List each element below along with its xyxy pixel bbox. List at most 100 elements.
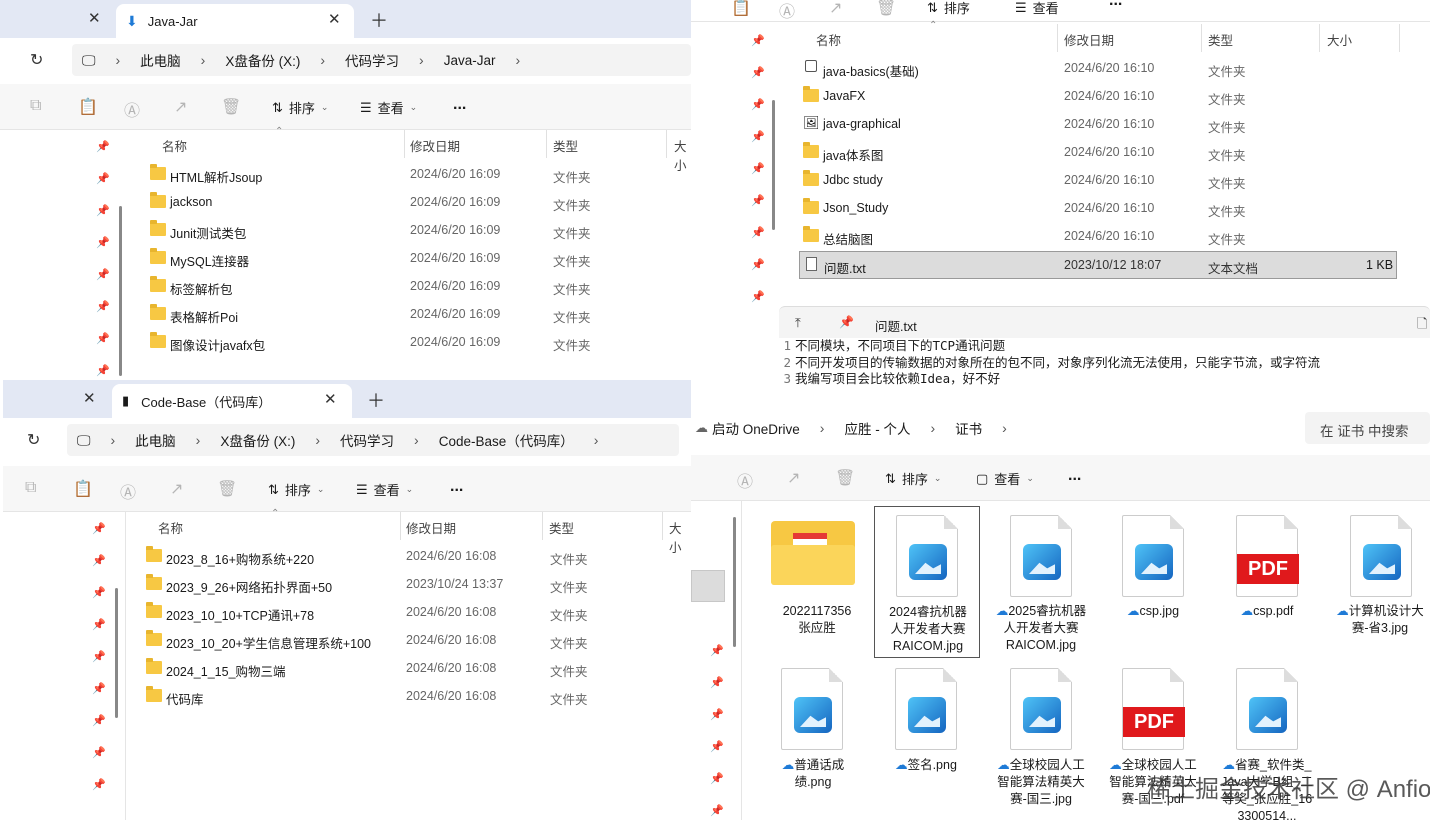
file-row[interactable]: 图像设计javafx包 2024/6/20 16:09 文件夹: [140, 329, 691, 357]
sort-button[interactable]: ⇅ 排序 ⌄: [885, 469, 941, 488]
pin-icon[interactable]: 📌: [92, 778, 106, 791]
refresh-icon[interactable]: ↻: [30, 50, 43, 70]
pin-icon[interactable]: 📌: [92, 554, 106, 567]
pin-icon[interactable]: 📌: [751, 194, 765, 207]
tile-image[interactable]: ☁全球校园人工智能算法精英大赛-国三.jpg: [987, 665, 1095, 815]
pin-icon[interactable]: 📌: [710, 804, 724, 817]
sort-button[interactable]: ⇅ 排序 ⌄: [268, 480, 324, 499]
delete-icon[interactable]: 🗑: [876, 0, 896, 18]
nav-scrollbar[interactable]: [733, 517, 736, 647]
breadcrumb-item[interactable]: X盘备份 (X:): [220, 430, 295, 450]
view-button[interactable]: ☰ 查看: [1015, 0, 1059, 17]
file-icon[interactable]: 🗋: [1417, 315, 1427, 337]
column-type[interactable]: 类型: [1208, 30, 1233, 49]
pin-icon[interactable]: 📌: [96, 172, 110, 185]
tile-folder[interactable]: 2022117356 张应胜: [763, 511, 871, 651]
pin-icon[interactable]: 📌: [92, 682, 106, 695]
pin-icon[interactable]: 📌: [92, 586, 106, 599]
share-icon[interactable]: ↗: [174, 97, 187, 117]
breadcrumb-item[interactable]: 证书: [955, 418, 982, 438]
breadcrumb[interactable]: 🖵 › 此电脑 › X盘备份 (X:) › 代码学习 › Java-Jar ›: [72, 44, 691, 76]
file-row[interactable]: 2023_10_20+学生信息管理系统+100 2024/6/20 16:08 文件…: [136, 627, 691, 655]
pin-icon[interactable]: 📌: [751, 130, 765, 143]
nav-scrollbar[interactable]: [119, 206, 122, 376]
file-row[interactable]: MySQL连接器 2024/6/20 16:09 文件夹: [140, 245, 691, 273]
file-row[interactable]: Jdbc study 2024/6/20 16:10 文件夹: [799, 167, 1399, 195]
file-row[interactable]: 🖼 java-graphical 2024/6/20 16:10 文件夹: [799, 111, 1399, 139]
tile-image[interactable]: ☁普通话成绩.png: [759, 665, 867, 805]
pin-icon[interactable]: 📌: [751, 290, 765, 303]
close-tab-icon[interactable]: ✕: [83, 389, 96, 407]
nav-scrollbar[interactable]: [772, 100, 775, 230]
pin-icon[interactable]: 📌: [751, 98, 765, 111]
file-row[interactable]: java体系图 2024/6/20 16:10 文件夹: [799, 139, 1399, 167]
column-name[interactable]: 名称: [162, 136, 187, 155]
column-divider[interactable]: [1057, 24, 1058, 52]
breadcrumb-item[interactable]: 代码学习: [340, 430, 394, 450]
pin-icon[interactable]: 📌: [92, 522, 106, 535]
delete-icon[interactable]: 🗑: [221, 97, 241, 117]
breadcrumb-item[interactable]: 此电脑: [140, 50, 181, 70]
file-row[interactable]: 总结脑图 2024/6/20 16:10 文件夹: [799, 223, 1399, 251]
pin-icon[interactable]: 📌: [751, 258, 765, 271]
paste-icon[interactable]: 📋: [78, 97, 98, 117]
more-options-icon[interactable]: ...: [1109, 0, 1122, 10]
breadcrumb-item[interactable]: Code-Base（代码库）: [439, 430, 574, 450]
breadcrumb-item[interactable]: Java-Jar: [444, 53, 496, 68]
more-options-icon[interactable]: ...: [450, 478, 463, 496]
breadcrumb-item[interactable]: 代码学习: [345, 50, 399, 70]
column-divider[interactable]: [666, 130, 667, 158]
new-tab-icon[interactable]: ＋: [367, 387, 385, 413]
file-row[interactable]: JavaFX 2024/6/20 16:10 文件夹: [799, 83, 1399, 111]
file-row[interactable]: 标签解析包 2024/6/20 16:09 文件夹: [140, 273, 691, 301]
column-date[interactable]: 修改日期: [406, 518, 456, 537]
close-tab-icon[interactable]: ✕: [328, 10, 341, 28]
breadcrumb-item[interactable]: 应胜 - 个人: [844, 418, 910, 438]
file-row[interactable]: 2024_1_15_购物三端 2024/6/20 16:08 文件夹: [136, 655, 691, 683]
file-row[interactable]: jackson 2024/6/20 16:09 文件夹: [140, 189, 691, 217]
column-name[interactable]: 名称: [158, 518, 183, 537]
column-type[interactable]: 类型: [553, 136, 578, 155]
pin-icon[interactable]: 📌: [96, 300, 110, 313]
pin-icon[interactable]: 📌: [96, 268, 110, 281]
file-row[interactable]: Json_Study 2024/6/20 16:10 文件夹: [799, 195, 1399, 223]
pin-icon[interactable]: 📌: [751, 162, 765, 175]
more-options-icon[interactable]: ...: [1068, 467, 1081, 485]
tile-pdf[interactable]: PDF ☁csp.pdf: [1213, 511, 1321, 631]
file-row[interactable]: 代码库 2024/6/20 16:08 文件夹: [136, 683, 691, 711]
rename-icon[interactable]: Ⓐ: [124, 97, 140, 121]
breadcrumb-item[interactable]: 此电脑: [135, 430, 176, 450]
file-row[interactable]: HTML解析Jsoup 2024/6/20 16:09 文件夹: [140, 161, 691, 189]
breadcrumb-item[interactable]: 启动 OneDrive: [712, 418, 800, 438]
column-divider[interactable]: [1319, 24, 1320, 52]
tile-image[interactable]: ☁签名.png: [872, 665, 980, 785]
tab-code-base[interactable]: ▮ Code-Base（代码库） ✕: [112, 384, 352, 418]
tile-image[interactable]: 2024睿抗机器人开发者大赛RAICOM.jpg: [874, 506, 980, 658]
rename-icon[interactable]: Ⓐ: [120, 479, 136, 503]
tab-java-jar[interactable]: ⬇ Java-Jar ✕: [116, 4, 354, 38]
column-divider[interactable]: [400, 512, 401, 540]
view-button[interactable]: ☰ 查看 ⌄: [356, 480, 413, 499]
column-divider[interactable]: [1201, 24, 1202, 52]
share-icon[interactable]: ↗: [787, 468, 800, 488]
file-row[interactable]: Junit测试类包 2024/6/20 16:09 文件夹: [140, 217, 691, 245]
sort-button[interactable]: ⇅ 排序 ⌄: [272, 98, 328, 117]
column-divider[interactable]: [404, 130, 405, 158]
breadcrumb[interactable]: ☁ 启动 OneDrive › 应胜 - 个人 › 证书 ›: [691, 412, 1291, 444]
column-divider[interactable]: [546, 130, 547, 158]
pin-icon[interactable]: 📌: [96, 140, 110, 153]
column-type[interactable]: 类型: [549, 518, 574, 537]
breadcrumb-item[interactable]: X盘备份 (X:): [225, 50, 300, 70]
nav-pane-selected[interactable]: [691, 570, 725, 602]
file-row[interactable]: 2023_10_10+TCP通讯+78 2024/6/20 16:08 文件夹: [136, 599, 691, 627]
view-button[interactable]: ☰ 查看 ⌄: [360, 98, 417, 117]
file-row[interactable]: 表格解析Poi 2024/6/20 16:09 文件夹: [140, 301, 691, 329]
pin-icon[interactable]: 📌: [92, 746, 106, 759]
new-tab-icon[interactable]: ＋: [370, 7, 388, 33]
search-input[interactable]: 在 证书 中搜索: [1305, 412, 1430, 444]
share-icon[interactable]: ↗: [170, 479, 183, 499]
close-tab-icon[interactable]: ✕: [88, 9, 101, 27]
tile-image[interactable]: ☁2025睿抗机器人开发者大赛RAICOM.jpg: [987, 511, 1095, 659]
refresh-icon[interactable]: ↻: [27, 430, 40, 450]
pin-icon[interactable]: 📌: [751, 66, 765, 79]
